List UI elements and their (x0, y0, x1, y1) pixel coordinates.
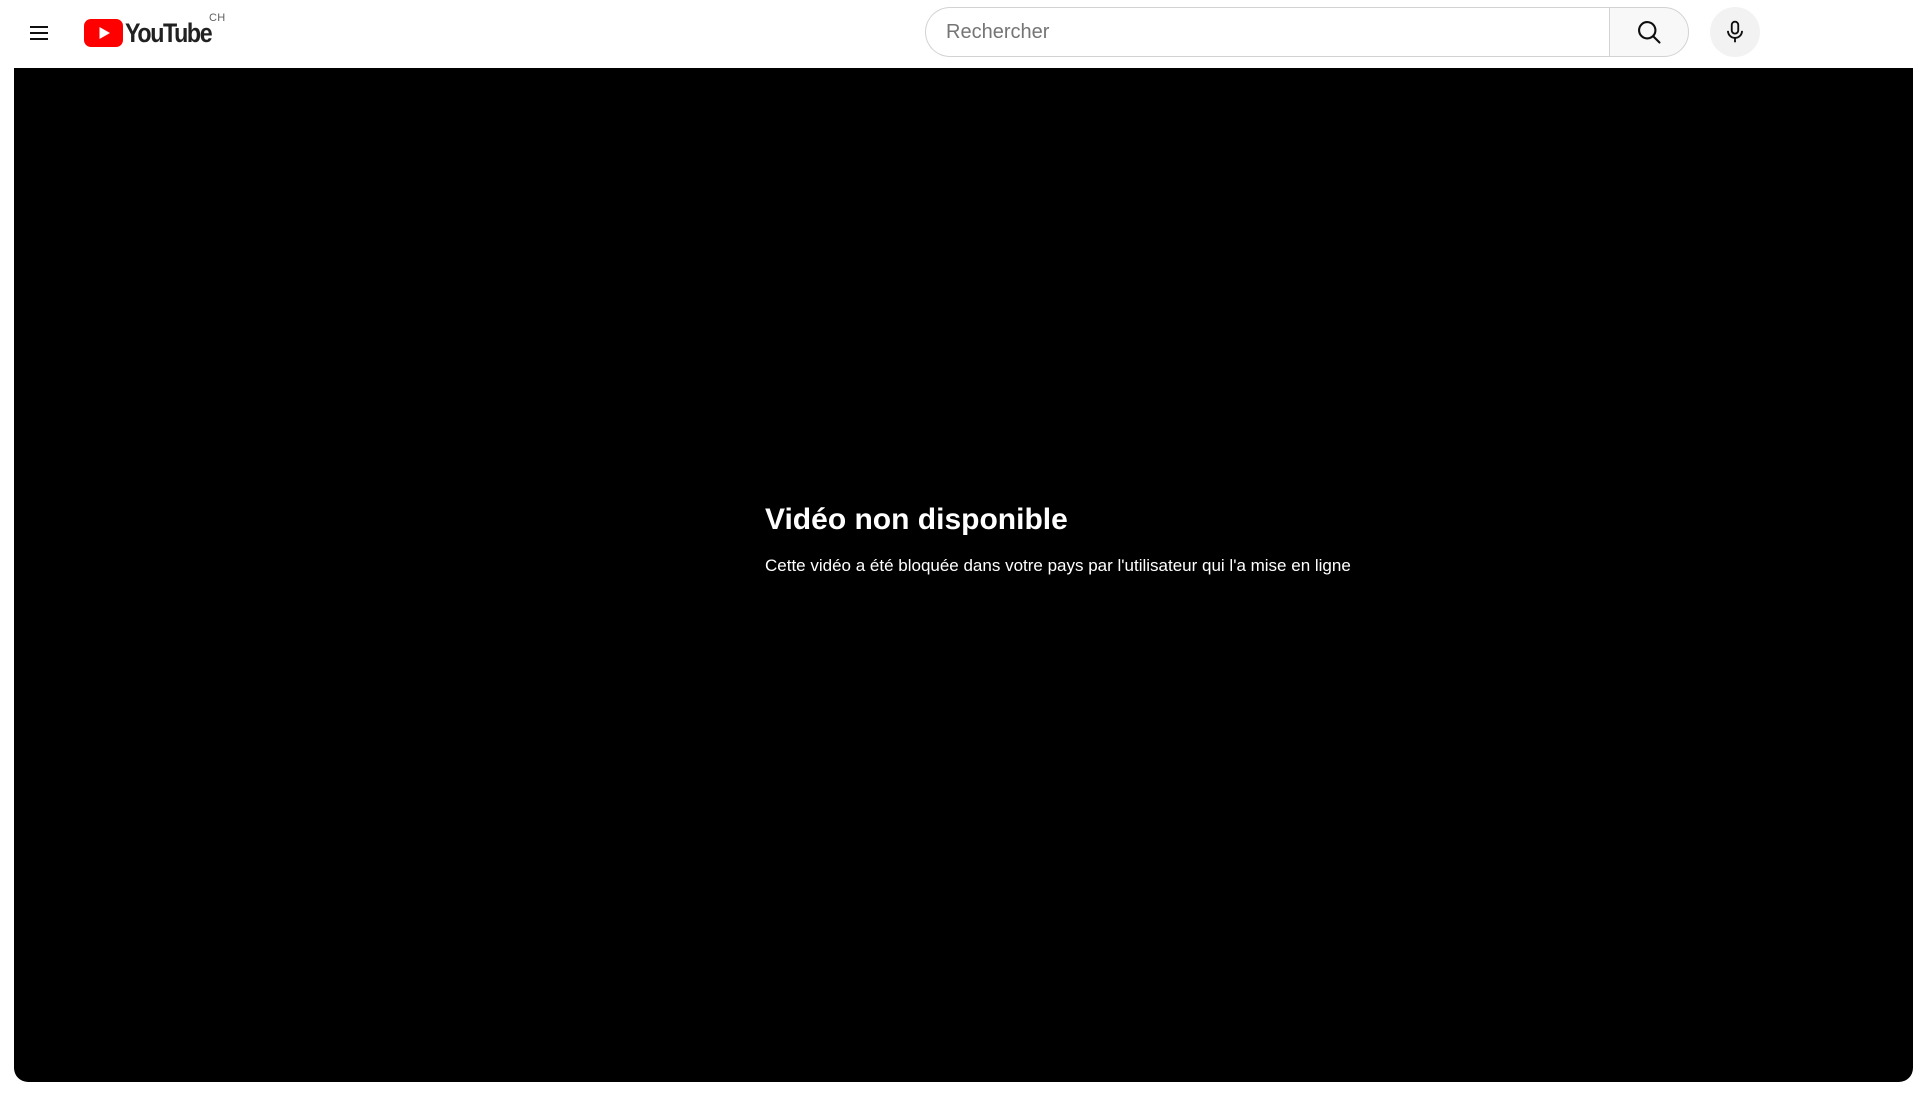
search-button[interactable] (1609, 7, 1689, 57)
video-player: Vidéo non disponible Cette vidéo a été b… (14, 68, 1913, 1082)
masthead: YouTube CH (0, 0, 1920, 68)
country-code: CH (209, 12, 226, 24)
hamburger-menu-icon (30, 26, 48, 40)
search-icon (1638, 21, 1661, 44)
voice-search-button[interactable] (1710, 7, 1760, 57)
youtube-play-icon (84, 19, 123, 47)
search-input[interactable] (925, 7, 1609, 57)
microphone-icon (1727, 20, 1743, 43)
youtube-logo-link[interactable]: YouTube (84, 16, 225, 50)
guide-menu-button[interactable] (19, 13, 59, 53)
error-title: Vidéo non disponible (765, 503, 1068, 536)
logo-wordmark: YouTube (125, 18, 213, 48)
error-subtitle: Cette vidéo a été bloquée dans votre pay… (765, 556, 1351, 575)
search-box (925, 7, 1689, 57)
player-error-message: Vidéo non disponible Cette vidéo a été b… (765, 501, 1351, 578)
